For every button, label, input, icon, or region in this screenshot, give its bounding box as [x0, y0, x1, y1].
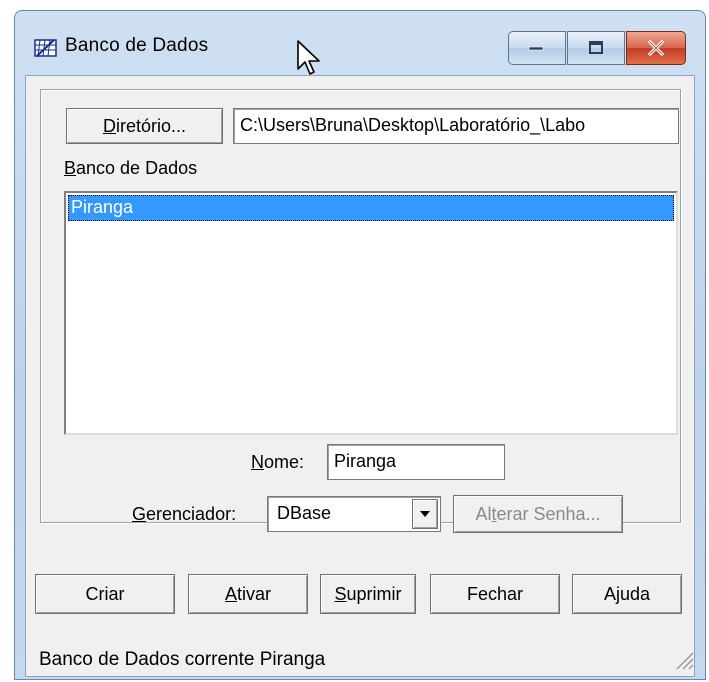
manager-select-value: DBase — [277, 503, 332, 523]
list-item[interactable]: Piranga — [68, 195, 674, 221]
status-bar-text: Banco de Dados corrente Piranga — [39, 649, 326, 670]
manager-select[interactable]: DBase — [267, 496, 441, 532]
change-password-label-post: erar Senha... — [496, 503, 601, 524]
manager-label-accel: G — [132, 504, 147, 524]
database-window: Banco de Dados Diretório... C:\Users\Bru… — [14, 10, 706, 680]
maximize-icon — [589, 41, 603, 54]
close-button[interactable] — [626, 31, 686, 65]
window-title: Banco de Dados — [65, 35, 209, 56]
close-dialog-button-label: Fechar — [466, 583, 524, 604]
chevron-down-icon — [420, 511, 430, 517]
delete-button[interactable]: Suprimir — [320, 574, 416, 614]
help-button-label-post: uda — [619, 583, 651, 604]
name-label-accel: N — [251, 452, 264, 472]
directory-path-value: C:\Users\Bruna\Desktop\Laboratório_\Labo — [240, 115, 586, 135]
name-label-text: ome: — [264, 452, 305, 472]
help-button-label-pre: A — [603, 583, 616, 604]
change-password-label-pre: Al — [475, 503, 492, 524]
directory-path-field[interactable]: C:\Users\Bruna\Desktop\Laboratório_\Labo — [233, 108, 679, 144]
activate-button[interactable]: Ativar — [188, 574, 308, 614]
change-password-button[interactable]: Al t erar Senha... — [453, 495, 623, 533]
close-icon — [648, 40, 664, 56]
close-dialog-button[interactable]: Fechar — [430, 574, 560, 614]
database-list-label-accel: B — [64, 158, 77, 178]
database-list-label: Banco de Dados — [64, 158, 197, 179]
manager-label-text: erenciador: — [146, 504, 237, 524]
database-listbox[interactable]: Piranga — [64, 191, 678, 435]
directory-button-label: iretório... — [115, 115, 187, 136]
list-item-label: Piranga — [71, 197, 134, 217]
manager-select-dropdown-button[interactable] — [412, 499, 438, 529]
minimize-button[interactable] — [508, 31, 566, 65]
name-label: Nome: — [251, 452, 304, 473]
create-button-label: Criar — [85, 583, 125, 604]
delete-button-label: uprimir — [346, 583, 402, 604]
name-field-value: Piranga — [334, 451, 397, 471]
minimize-icon — [528, 46, 544, 51]
activate-button-accel: A — [224, 583, 237, 604]
help-button[interactable]: Aj uda — [572, 574, 682, 614]
activate-button-label: tivar — [237, 583, 272, 604]
manager-label: Gerenciador: — [132, 504, 236, 525]
resize-grip-icon[interactable] — [673, 649, 695, 671]
name-field[interactable]: Piranga — [327, 444, 505, 480]
database-list-label-text: anco de Dados — [76, 158, 198, 178]
maximize-button[interactable] — [567, 31, 625, 65]
app-grid-icon — [34, 39, 57, 57]
create-button[interactable]: Criar — [35, 574, 175, 614]
directory-button-accel: D — [102, 115, 116, 136]
directory-button[interactable]: Diretório... — [66, 108, 223, 144]
delete-button-accel: S — [334, 583, 347, 604]
title-bar[interactable]: Banco de Dados — [15, 11, 705, 75]
